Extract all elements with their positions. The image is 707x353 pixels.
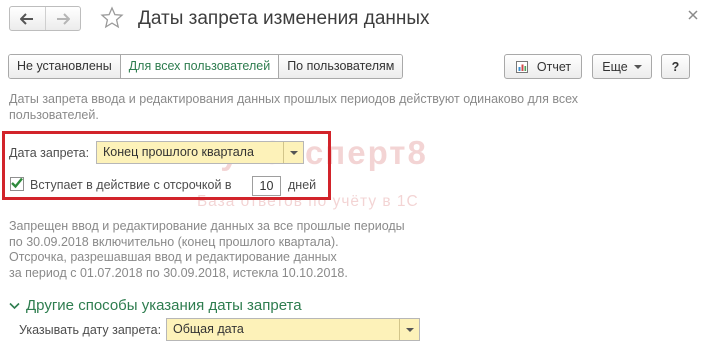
history-nav [9, 6, 81, 31]
users-mode-tabs: Не установлены Для всех пользователей По… [8, 54, 404, 79]
info-line: Запрещен ввод и редактирование данных за… [9, 219, 405, 233]
spec-label: Указывать дату запрета: [19, 323, 162, 337]
prohibition-date-value: Конец прошлого квартала [103, 145, 254, 159]
close-button[interactable] [686, 8, 700, 22]
arrow-right-icon [56, 12, 70, 25]
chevron-down-icon [9, 302, 20, 309]
checkmark-icon [11, 177, 23, 189]
tab-for-all-users[interactable]: Для всех пользователей [119, 55, 279, 78]
date-dropdown-button[interactable] [283, 142, 303, 163]
group-title: Другие способы указания даты запрета [26, 297, 302, 314]
tab-by-users[interactable]: По пользователям [278, 55, 403, 78]
delay-checkbox[interactable] [10, 177, 24, 191]
star-icon [100, 6, 124, 29]
delay-days-input[interactable]: 10 [252, 176, 281, 196]
spec-dropdown-button[interactable] [399, 319, 419, 340]
help-button[interactable]: ? [661, 54, 690, 79]
status-info: Запрещен ввод и редактирование данных за… [9, 219, 459, 281]
date-label: Дата запрета: [9, 146, 90, 160]
specify-date-select[interactable]: Общая дата [166, 318, 420, 341]
back-button[interactable] [10, 7, 45, 30]
delay-unit: дней [288, 178, 317, 192]
tab-not-set[interactable]: Не установлены [9, 55, 120, 78]
info-line: по 30.09.2018 включительно (конец прошло… [9, 234, 339, 249]
close-icon [688, 10, 698, 20]
delay-label: Вступает в действие с отсрочкой в [30, 178, 232, 192]
chevron-down-icon [633, 64, 642, 69]
favorite-button[interactable] [100, 6, 124, 30]
report-button[interactable]: Отчет [504, 54, 582, 79]
info-line: за период с 01.07.2018 по 30.09.2018, ис… [9, 265, 348, 280]
prohibition-date-select[interactable]: Конец прошлого квартала [96, 141, 304, 164]
report-label: Отчет [536, 59, 572, 74]
mode-note: Даты запрета ввода и редактирования данн… [9, 92, 579, 122]
report-icon [515, 60, 528, 73]
more-label: Еще [602, 59, 628, 74]
info-line: Отсрочка, разрешавшая ввод и редактирова… [9, 250, 337, 264]
chevron-down-icon [289, 150, 298, 155]
more-button[interactable]: Еще [592, 54, 652, 79]
chevron-down-icon [405, 327, 414, 332]
specify-date-value: Общая дата [173, 322, 244, 336]
other-methods-group[interactable]: Другие способы указания даты запрета [9, 297, 302, 314]
arrow-left-icon [20, 12, 34, 25]
forward-button[interactable] [44, 7, 81, 30]
page-title: Даты запрета изменения данных [138, 8, 430, 29]
